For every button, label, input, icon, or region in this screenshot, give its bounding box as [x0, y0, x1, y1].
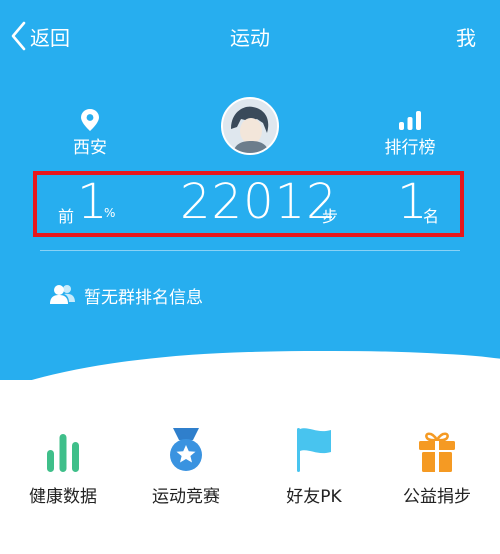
group-users-icon	[50, 285, 75, 304]
page-title: 运动	[230, 26, 270, 50]
ranking-bars-icon	[399, 111, 421, 130]
rank-unit: 名	[423, 207, 440, 226]
wave-divider	[0, 344, 500, 380]
location-pin-icon	[81, 109, 99, 131]
percent-prefix: 前	[58, 207, 75, 226]
city-label: 西安	[73, 138, 107, 158]
menu-health-data[interactable]: 健康数据	[8, 424, 118, 507]
flag-icon	[297, 428, 331, 472]
menu-label: 公益捐步	[403, 487, 471, 507]
menu-competition[interactable]: 运动竞赛	[131, 424, 241, 507]
avatar-image	[223, 99, 277, 153]
menu-label: 好友PK	[286, 487, 342, 507]
avatar[interactable]	[221, 97, 279, 155]
ranking-link[interactable]: 排行榜	[375, 133, 445, 158]
bar-chart-icon	[47, 434, 79, 472]
steps-value: 22012	[180, 174, 338, 230]
group-rank-info: 暂无群排名信息	[84, 288, 203, 308]
menu-label: 健康数据	[29, 487, 97, 507]
menu-label: 运动竞赛	[152, 487, 220, 507]
percent-unit: %	[104, 206, 116, 220]
me-button[interactable]: 我	[456, 22, 476, 51]
menu-charity-steps[interactable]: 公益捐步	[382, 424, 492, 507]
menu-friend-pk[interactable]: 好友PK	[259, 424, 369, 507]
steps-unit: 步	[322, 207, 339, 226]
medal-icon	[170, 428, 202, 471]
divider	[40, 250, 460, 251]
gift-icon	[419, 432, 455, 472]
